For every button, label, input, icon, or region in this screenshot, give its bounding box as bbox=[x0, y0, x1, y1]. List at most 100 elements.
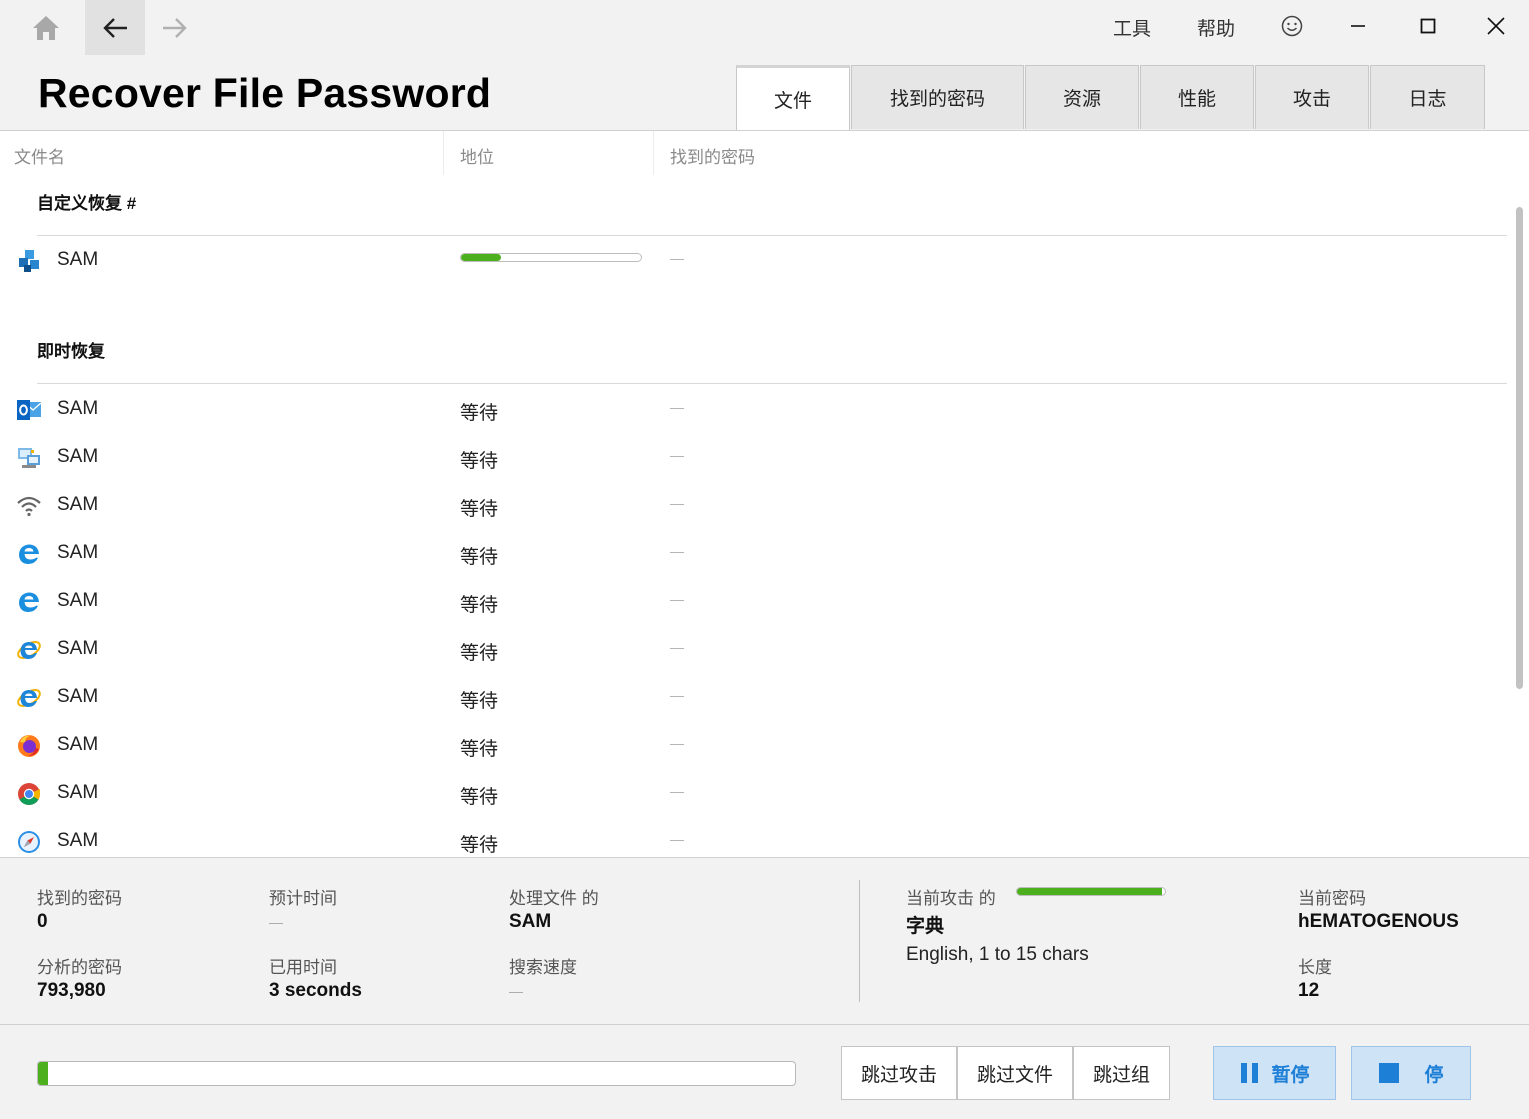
maximize-icon bbox=[1420, 18, 1436, 34]
stop-button[interactable]: 停 bbox=[1351, 1046, 1471, 1100]
close-button[interactable] bbox=[1478, 8, 1514, 44]
list-item[interactable]: SAM 等待 — bbox=[0, 625, 1510, 673]
list-item[interactable]: SAM 等待 — bbox=[0, 529, 1510, 577]
found-password-value: — bbox=[670, 447, 684, 463]
file-name: SAM bbox=[57, 494, 99, 515]
tab-files[interactable]: 文件 bbox=[736, 65, 850, 130]
search-speed-value: — bbox=[509, 983, 523, 999]
file-name: SAM bbox=[57, 398, 99, 419]
list-scrollbar[interactable] bbox=[1516, 207, 1523, 689]
overall-progress-fill bbox=[38, 1062, 48, 1085]
analyzed-passwords-label: 分析的密码 bbox=[37, 958, 122, 977]
feedback-button[interactable] bbox=[1274, 8, 1310, 44]
length-label: 长度 bbox=[1298, 958, 1332, 977]
processing-file-label: 处理文件 的 bbox=[509, 889, 599, 908]
list-item[interactable]: SAM — bbox=[0, 236, 1510, 284]
analyzed-passwords-value: 793,980 bbox=[37, 980, 106, 1001]
tab-found-passwords[interactable]: 找到的密码 bbox=[851, 65, 1024, 129]
list-item[interactable]: SAM 等待 — bbox=[0, 577, 1510, 625]
firefox-icon bbox=[18, 735, 40, 757]
tab-attack[interactable]: 攻击 bbox=[1255, 65, 1369, 129]
search-speed-label: 搜索速度 bbox=[509, 958, 577, 977]
skip-attack-button[interactable]: 跳过攻击 bbox=[841, 1046, 957, 1100]
status-text: 等待 bbox=[460, 451, 499, 472]
current-password-value: hEMATOGENOUS bbox=[1298, 911, 1459, 932]
eta-value: — bbox=[269, 914, 283, 930]
eta-label: 预计时间 bbox=[269, 889, 337, 908]
arrow-left-icon bbox=[103, 17, 127, 38]
arrow-right-icon bbox=[163, 17, 187, 38]
skip-file-button[interactable]: 跳过文件 bbox=[957, 1046, 1073, 1100]
attack-progress-fill bbox=[1017, 888, 1163, 895]
file-name: SAM bbox=[57, 782, 99, 803]
status-text: 等待 bbox=[460, 739, 499, 760]
safari-icon bbox=[18, 831, 40, 853]
menu-help[interactable]: 帮助 bbox=[1197, 14, 1235, 41]
file-name: SAM bbox=[57, 249, 99, 270]
edge-icon bbox=[19, 592, 39, 612]
column-header-filename[interactable]: 文件名 bbox=[14, 143, 65, 168]
stop-icon bbox=[1378, 1062, 1400, 1084]
column-separator bbox=[653, 131, 654, 175]
list-item[interactable]: SAM 等待 — bbox=[0, 481, 1510, 529]
outlook-icon bbox=[17, 400, 42, 420]
file-name: SAM bbox=[57, 590, 99, 611]
list-item[interactable]: SAM 等待 — bbox=[0, 721, 1510, 769]
found-password-value: — bbox=[670, 783, 684, 799]
current-attack-label: 当前攻击 的 bbox=[906, 889, 996, 908]
tab-performance[interactable]: 性能 bbox=[1140, 65, 1254, 129]
list-item[interactable]: SAM 等待 — bbox=[0, 673, 1510, 721]
found-password-value: — bbox=[670, 735, 684, 751]
pause-button[interactable]: 暂停 bbox=[1213, 1046, 1336, 1100]
internet-explorer-icon bbox=[17, 641, 41, 659]
column-header-found-password[interactable]: 找到的密码 bbox=[670, 143, 755, 168]
status-text: 等待 bbox=[460, 499, 499, 520]
status-text: 等待 bbox=[460, 835, 499, 856]
bottom-toolbar: 跳过攻击 跳过文件 跳过组 暂停 停 bbox=[0, 1025, 1529, 1119]
menu-tools[interactable]: 工具 bbox=[1113, 14, 1151, 41]
overall-progress-bar bbox=[37, 1061, 796, 1086]
tab-log[interactable]: 日志 bbox=[1370, 65, 1485, 129]
back-button[interactable] bbox=[85, 0, 145, 55]
column-header-status[interactable]: 地位 bbox=[460, 143, 494, 168]
file-name: SAM bbox=[57, 446, 99, 467]
file-name: SAM bbox=[57, 638, 99, 659]
minimize-button[interactable] bbox=[1340, 8, 1376, 44]
pause-icon bbox=[1239, 1062, 1261, 1084]
group-divider bbox=[37, 383, 1507, 384]
found-password-value: — bbox=[670, 495, 684, 511]
processing-file-value: SAM bbox=[509, 911, 552, 932]
wifi-icon bbox=[17, 496, 41, 517]
stats-divider bbox=[859, 880, 860, 1002]
tab-resources[interactable]: 资源 bbox=[1025, 65, 1139, 129]
forward-button[interactable] bbox=[145, 0, 205, 55]
list-item[interactable]: SAM 等待 — bbox=[0, 769, 1510, 817]
list-item[interactable]: SAM 等待 — bbox=[0, 433, 1510, 481]
status-text: 等待 bbox=[460, 643, 499, 664]
skip-group-button[interactable]: 跳过组 bbox=[1073, 1046, 1170, 1100]
column-separator bbox=[443, 131, 444, 175]
status-text: 等待 bbox=[460, 403, 499, 424]
minimize-icon bbox=[1351, 25, 1365, 27]
file-name: SAM bbox=[57, 830, 99, 851]
smiley-icon bbox=[1281, 15, 1303, 37]
statistics-panel: 找到的密码 0 分析的密码 793,980 预计时间 — 已用时间 3 seco… bbox=[0, 857, 1529, 1025]
home-icon bbox=[33, 15, 59, 40]
list-item[interactable]: SAM 等待 — bbox=[0, 817, 1510, 857]
list-item[interactable]: SAM 等待 — bbox=[0, 385, 1510, 433]
stop-label: 停 bbox=[1424, 1064, 1444, 1086]
elapsed-value: 3 seconds bbox=[269, 980, 362, 1001]
attack-description: English, 1 to 15 chars bbox=[906, 944, 1089, 965]
found-password-value: — bbox=[670, 591, 684, 607]
found-passwords-label: 找到的密码 bbox=[37, 889, 122, 908]
page-title: Recover File Password bbox=[38, 70, 492, 116]
row-progress-bar bbox=[460, 253, 642, 262]
home-button[interactable] bbox=[16, 0, 76, 55]
current-password-label: 当前密码 bbox=[1298, 889, 1366, 908]
file-name: SAM bbox=[57, 686, 99, 707]
length-value: 12 bbox=[1298, 980, 1320, 1001]
maximize-button[interactable] bbox=[1410, 8, 1446, 44]
attack-progress-bar bbox=[1016, 887, 1166, 896]
found-password-value: — bbox=[670, 543, 684, 559]
row-progress-fill bbox=[461, 254, 501, 261]
